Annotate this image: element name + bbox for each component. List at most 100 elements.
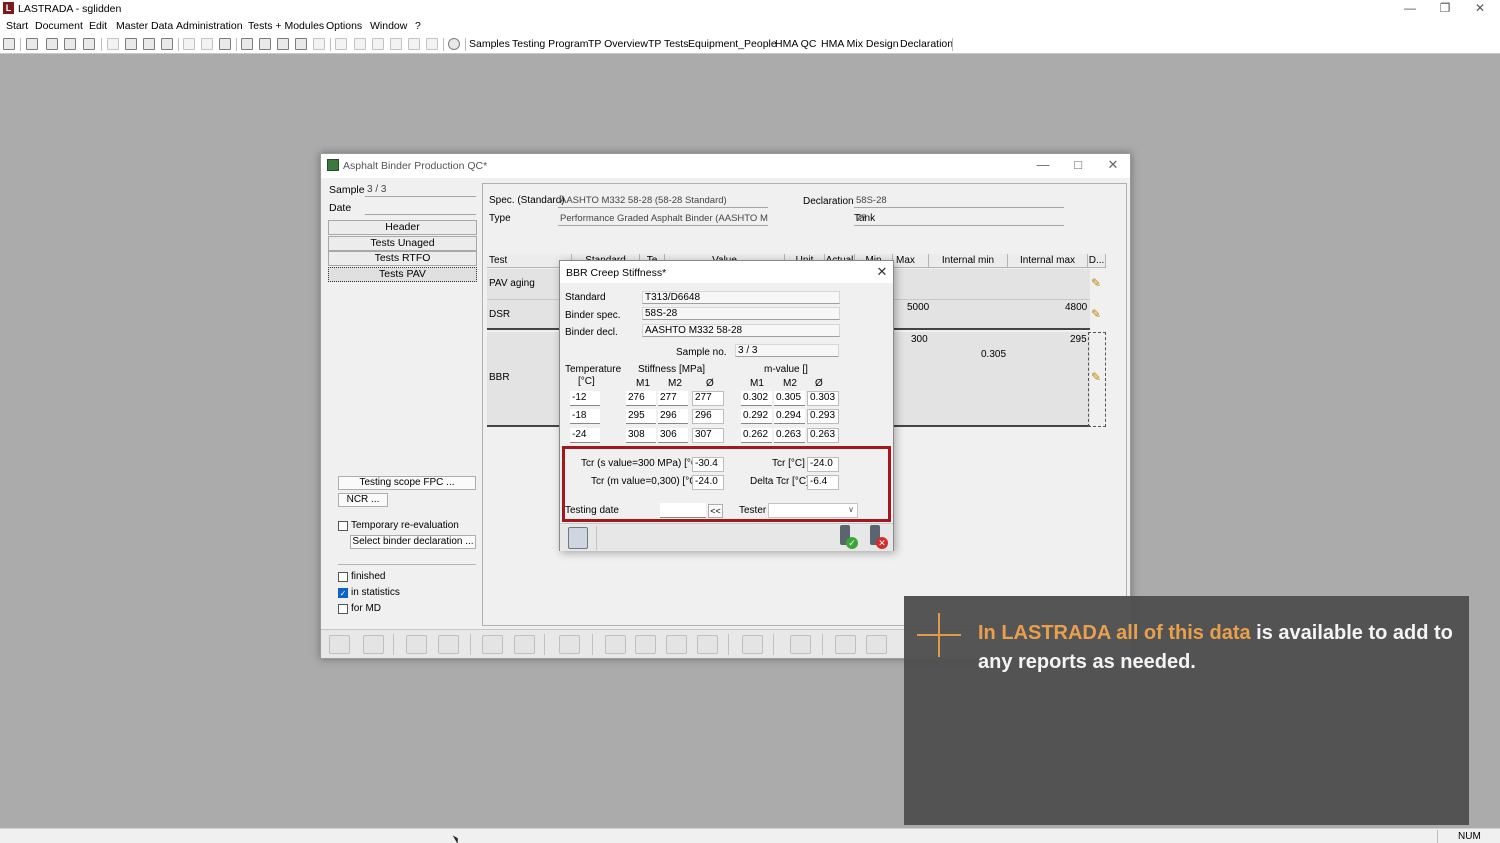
col-max-header[interactable]: Max [893,254,929,268]
m-value-m1-input[interactable]: 0.262 [741,428,772,443]
toolbar-link-tp-overview[interactable]: TP Overview [588,38,648,50]
spec-field[interactable]: AASHTO M332 58-28 (58-28 Standard) [558,194,768,208]
temporary-reevaluation-checkbox[interactable] [338,521,348,531]
cancel-icon[interactable]: ✕ [868,525,888,549]
document-icon[interactable] [125,38,137,50]
testing-scope-button[interactable]: Testing scope FPC ... [338,476,476,490]
temperature-input[interactable]: -24 [570,428,600,443]
ok-save-icon[interactable]: ✓ [838,525,858,549]
last-record-icon[interactable] [697,635,718,654]
m-value-m1-input[interactable]: 0.292 [741,409,772,424]
menu-edit[interactable]: Edit [89,20,107,32]
type-field[interactable]: Performance Graded Asphalt Binder (AASHT… [558,212,768,226]
grid-icon[interactable] [313,38,325,50]
save-all-icon[interactable] [64,38,76,50]
open-folder-icon[interactable] [26,38,38,50]
toolbar-link-tp-tests[interactable]: TP Tests [648,38,688,50]
cut-icon[interactable] [183,38,195,50]
m-value-m2-input[interactable]: 0.294 [774,409,805,424]
tank-field[interactable]: 77 [854,212,1064,226]
temperature-input[interactable]: -18 [570,409,600,424]
stiffness-m2-input[interactable]: 277 [658,391,688,406]
menu-tests-modules[interactable]: Tests + Modules [248,20,324,32]
distribute-icon[interactable] [408,38,420,50]
m-value-m2-input[interactable]: 0.305 [774,391,805,406]
previous-date-button[interactable]: << [708,504,723,518]
for-md-checkbox[interactable] [338,604,348,614]
finished-checkbox[interactable] [338,572,348,582]
toolbar-link-samples[interactable]: Samples [469,38,510,50]
date-field[interactable] [365,201,476,215]
ncr-button[interactable]: NCR ... [338,493,388,507]
edit-pencil-icon[interactable]: ✎ [1091,277,1102,289]
stiffness-m1-input[interactable]: 295 [626,409,656,424]
edit-pencil-icon[interactable]: ✎ [1091,308,1102,320]
child-maximize-icon[interactable]: □ [1064,157,1092,175]
resize-icon[interactable] [426,38,438,50]
export-icon[interactable] [866,635,887,654]
dialog-close-icon[interactable]: ✕ [874,264,890,280]
arrow-up-icon[interactable] [241,38,253,50]
sample-no-field[interactable]: 3 / 3 [735,344,839,357]
minimize-icon[interactable]: — [1395,1,1425,17]
menu-master-data[interactable]: Master Data [116,20,173,32]
tools-icon[interactable] [790,635,811,654]
menu-options[interactable]: Options [326,20,362,32]
close-icon[interactable]: ✕ [1465,1,1495,17]
stiffness-m2-input[interactable]: 296 [658,409,688,424]
testing-date-input[interactable] [660,503,706,518]
redo-icon[interactable] [295,38,307,50]
report-icon[interactable] [835,635,856,654]
col-internal-min-header[interactable]: Internal min [929,254,1008,268]
menu-administration[interactable]: Administration [176,20,243,32]
sample-field[interactable]: 3 / 3 [365,183,476,197]
nav-tests-unaged-button[interactable]: Tests Unaged [328,236,477,251]
search-record-icon[interactable] [438,635,459,654]
in-statistics-checkbox[interactable]: ✓ [338,588,348,598]
search-icon[interactable] [3,38,15,50]
binder-decl-field[interactable]: AASHTO M332 58-28 [642,324,840,337]
toolbar-link-hma-qc[interactable]: HMA QC [775,38,816,50]
nav-header-button[interactable]: Header [328,220,477,235]
menu-start[interactable]: Start [6,20,28,32]
copy-icon[interactable] [201,38,213,50]
new-document-icon[interactable] [107,38,119,50]
restore-icon[interactable]: ❐ [1430,1,1460,17]
next-record-icon[interactable] [666,635,687,654]
align-left-icon[interactable] [335,38,347,50]
m-value-m1-input[interactable]: 0.302 [741,391,772,406]
previous-record-icon[interactable] [635,635,656,654]
tester-select[interactable]: ∨ [768,503,858,518]
col-d-header[interactable]: D... [1088,254,1106,268]
toolbar-link-equipment-people[interactable]: Equipment_People [688,38,777,50]
nav-tests-rtfo-button[interactable]: Tests RTFO [328,251,477,266]
align-bottom-icon[interactable] [390,38,402,50]
stiffness-m1-input[interactable]: 276 [626,391,656,406]
trash-icon[interactable] [161,38,173,50]
menu-document[interactable]: Document [35,20,83,32]
arrow-down-icon[interactable] [259,38,271,50]
info-icon[interactable] [448,38,460,50]
binder-spec-field[interactable]: 58S-28 [642,307,840,320]
delete-record-icon[interactable] [514,635,535,654]
print-record-icon[interactable] [742,635,763,654]
calculator-icon[interactable] [568,527,588,549]
new-record-icon[interactable] [329,635,350,654]
stiffness-m2-input[interactable]: 306 [658,428,688,443]
toolbar-link-testing-program[interactable]: Testing Program [512,38,588,50]
print-icon[interactable] [83,38,95,50]
temperature-input[interactable]: -12 [570,391,600,406]
align-right-icon[interactable] [372,38,384,50]
nav-tests-pav-button[interactable]: Tests PAV [328,267,477,282]
binoculars-icon[interactable] [559,635,580,654]
save-record-icon[interactable] [482,635,503,654]
first-record-icon[interactable] [605,635,626,654]
menu-help[interactable]: ? [415,20,421,32]
child-minimize-icon[interactable]: — [1029,157,1057,175]
edit-record-icon[interactable] [406,635,427,654]
paste-icon[interactable] [219,38,231,50]
declaration-field[interactable]: 58S-28 [854,194,1064,208]
align-top-icon[interactable] [354,38,366,50]
copy-record-icon[interactable] [363,635,384,654]
delete-document-icon[interactable] [143,38,155,50]
